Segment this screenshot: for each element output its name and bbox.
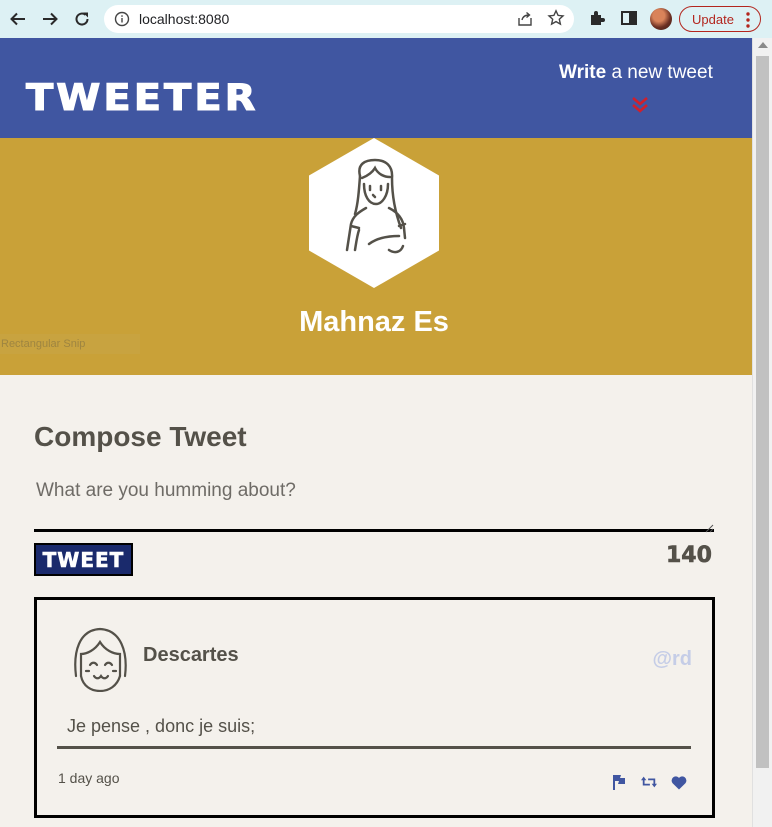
url-text[interactable]: localhost:8080	[139, 11, 229, 27]
scrollbar-thumb[interactable]	[756, 56, 769, 768]
heart-icon[interactable]	[671, 774, 687, 790]
tweet-submit-button[interactable]: TWEET	[34, 543, 133, 576]
retweet-icon[interactable]	[641, 774, 657, 790]
tweet-author-name: Descartes	[143, 644, 239, 666]
character-counter: 140	[666, 543, 713, 569]
tweeter-logo[interactable]: TWEETER	[25, 79, 258, 117]
forward-arrow-icon[interactable]	[39, 8, 61, 30]
back-arrow-icon[interactable]	[7, 8, 29, 30]
double-chevron-down-icon[interactable]	[630, 94, 650, 119]
tweet-timestamp: 1 day ago	[58, 770, 120, 786]
extensions-puzzle-icon[interactable]	[588, 9, 606, 32]
user-avatar	[309, 138, 439, 293]
info-icon[interactable]	[114, 11, 130, 32]
tweet-textarea[interactable]	[34, 472, 714, 532]
update-button[interactable]: Update	[679, 6, 761, 32]
bookmark-star-icon[interactable]	[547, 9, 565, 32]
profile-banner: Mahnaz Es Rectangular Snip	[0, 138, 752, 375]
write-rest-label: a new tweet	[606, 62, 713, 83]
tweet-author-avatar	[71, 626, 129, 697]
browser-toolbar: localhost:8080 Update	[0, 0, 772, 38]
share-icon[interactable]	[516, 10, 534, 33]
more-vert-icon	[746, 12, 750, 31]
write-bold-label: Write	[559, 62, 607, 83]
update-label: Update	[692, 11, 734, 27]
tweet-author-handle: @rd	[652, 648, 692, 670]
address-bar[interactable]: localhost:8080	[104, 5, 574, 33]
main-content: Compose Tweet TWEET 140 Descartes @rd Je…	[0, 375, 752, 827]
compose-title: Compose Tweet	[34, 421, 247, 452]
page-scrollbar[interactable]	[752, 38, 772, 827]
side-panel-icon[interactable]	[620, 9, 638, 32]
tweet-article: Descartes @rd Je pense , donc je suis; 1…	[34, 597, 715, 818]
tweet-actions	[611, 774, 687, 790]
tweet-text: Je pense , donc je suis;	[67, 716, 256, 736]
reload-icon[interactable]	[71, 8, 93, 30]
scroll-up-arrow-icon[interactable]	[758, 42, 768, 48]
resize-grip-icon[interactable]	[704, 520, 714, 538]
top-navigation: TWEETER Write a new tweet	[0, 38, 752, 138]
tweet-divider	[57, 746, 691, 749]
profile-avatar[interactable]	[650, 8, 672, 30]
flag-icon[interactable]	[611, 774, 627, 790]
rectangular-snip-overlay: Rectangular Snip	[0, 334, 140, 354]
write-new-tweet-link[interactable]: Write a new tweet	[559, 62, 713, 84]
